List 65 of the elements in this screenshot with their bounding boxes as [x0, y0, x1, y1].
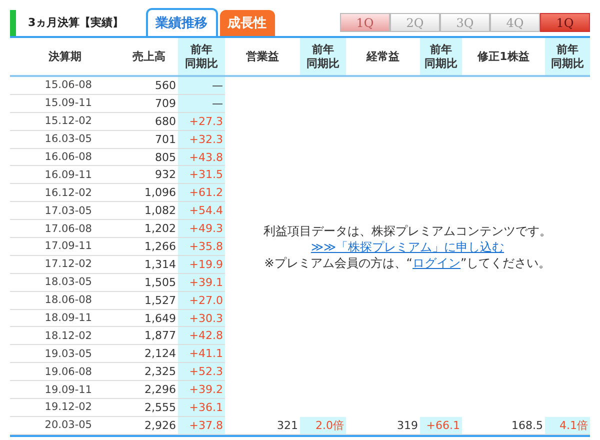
- section-marker: [10, 10, 16, 36]
- table-cell: 15.12-02: [10, 112, 120, 131]
- quarter-button[interactable]: 3Q: [440, 13, 490, 32]
- table-cell: 19.03-05: [10, 345, 120, 364]
- table-cell: +49.3: [178, 220, 225, 238]
- table-cell: +66.1: [420, 416, 462, 435]
- table-cell: 17.03-05: [10, 202, 120, 220]
- table-cell: 18.06-08: [10, 292, 120, 310]
- column-header: 経常益: [366, 50, 400, 64]
- table-cell: 18.12-02: [10, 327, 120, 346]
- quarter-button[interactable]: 2Q: [390, 13, 440, 32]
- login-link[interactable]: ログイン: [412, 256, 461, 270]
- table-cell: 19.12-02: [10, 399, 120, 417]
- table-cell: 15.06-08: [10, 77, 120, 95]
- login-notice: ※プレミアム会員の方は、“ログイン”してください。: [264, 254, 551, 271]
- table-cell: +31.5: [178, 166, 225, 184]
- notice-text: 利益項目データは、株探プレミアムコンテンツです。: [264, 222, 552, 239]
- table-cell: +52.3: [178, 363, 225, 382]
- table-cell: +27.3: [178, 112, 225, 131]
- table-cell: +36.1: [178, 399, 225, 417]
- table-cell: 17.06-08: [10, 220, 120, 238]
- table-cell: 17.09-11: [10, 238, 120, 256]
- table-cell: +30.3: [178, 310, 225, 328]
- table-cell: 18.09-11: [10, 310, 120, 328]
- table-cell: +42.8: [178, 327, 225, 346]
- signup-link[interactable]: ≫≫「株探プレミアム」に申し込む: [310, 240, 504, 254]
- column-header: 修正1株益: [478, 50, 530, 64]
- section-title: 3ヵ月決算【実績】: [28, 14, 124, 30]
- table-cell: 19.06-08: [10, 363, 120, 382]
- tab[interactable]: 業績推移: [146, 8, 218, 36]
- table-cell: 4.1倍: [545, 416, 590, 435]
- table-cell: 18.03-05: [10, 274, 120, 292]
- table-cell: 15.09-11: [10, 94, 120, 113]
- table-cell: 20.03-05: [10, 416, 120, 435]
- table-cell: 16.09-11: [10, 166, 120, 184]
- quarter-button[interactable]: 1Q: [540, 13, 590, 32]
- table-cell: +32.3: [178, 130, 225, 149]
- table-cell: +37.8: [178, 416, 225, 435]
- column-header: 決算期: [48, 50, 82, 64]
- column-header: 前年同期比: [306, 42, 340, 70]
- table-cell: +41.1: [178, 345, 225, 364]
- table-cell: +27.0: [178, 292, 225, 310]
- table-cell: —: [178, 77, 225, 95]
- table-cell: +43.8: [178, 148, 225, 166]
- table-cell: 19.09-11: [10, 381, 120, 400]
- quarter-button[interactable]: 4Q: [490, 13, 540, 32]
- table-cell: 16.03-05: [10, 130, 120, 149]
- column-header: 前年同期比: [185, 42, 218, 70]
- table-cell: +61.2: [178, 184, 225, 202]
- table-cell: 16.06-08: [10, 148, 120, 166]
- tab[interactable]: 成長性: [220, 10, 275, 36]
- table-cell: +19.9: [178, 256, 225, 274]
- table-cell: 17.12-02: [10, 256, 120, 274]
- table-cell: 2.0倍: [300, 416, 346, 435]
- column-header: 営業益: [246, 50, 279, 64]
- table-cell: —: [178, 94, 225, 113]
- column-header: 前年同期比: [424, 42, 458, 70]
- table-cell: +39.1: [178, 274, 225, 292]
- quarter-button[interactable]: 1Q: [340, 13, 390, 32]
- table-cell: +39.2: [178, 381, 225, 400]
- table-cell: 16.12-02: [10, 184, 120, 202]
- table-cell: +54.4: [178, 202, 225, 220]
- table-cell: +35.8: [178, 238, 225, 256]
- column-header: 売上高: [132, 50, 166, 64]
- column-header: 前年同期比: [551, 42, 584, 70]
